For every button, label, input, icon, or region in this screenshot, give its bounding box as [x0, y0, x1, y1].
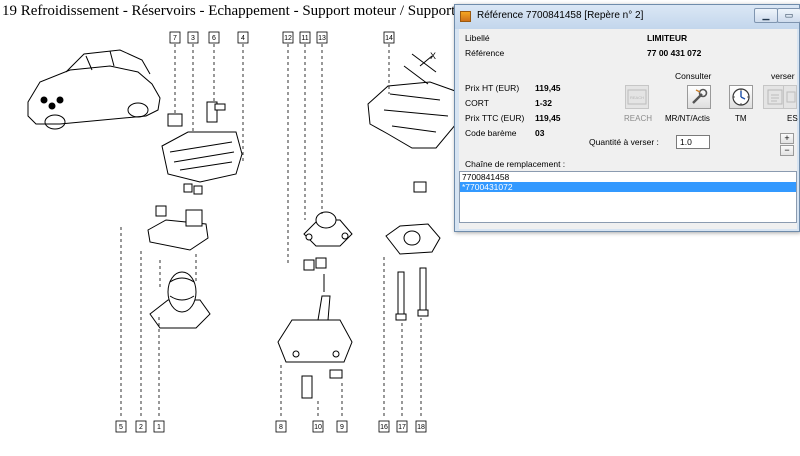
- chain-list-item[interactable]: *7700431072: [460, 182, 796, 192]
- lower-mount-assembly: [147, 205, 211, 329]
- callout-number: 6: [212, 35, 216, 42]
- replacement-chain-list[interactable]: 7700841458 *7700431072: [459, 171, 797, 223]
- car-illustration: [27, 49, 161, 130]
- callout-6: 6: [208, 31, 220, 44]
- code-bareme-value: 03: [535, 128, 545, 138]
- prix-ttc-value: 119,45: [535, 113, 561, 123]
- reference-label: Référence: [465, 48, 505, 58]
- callout-13: 13: [316, 31, 328, 44]
- engine-side-assembly: [367, 53, 459, 193]
- diagram-title: 19 Refroidissement - Réservoirs - Echapp…: [2, 3, 502, 19]
- svg-text:REACH: REACH: [630, 95, 644, 100]
- mr-nt-actis-label: MR/NT/Actis: [665, 114, 710, 123]
- callout-3: 3: [187, 31, 199, 44]
- libelle-label: Libellé: [465, 33, 490, 43]
- libelle-value: LIMITEUR: [647, 33, 688, 43]
- gauge-clock-icon: [732, 88, 750, 106]
- reference-value: 77 00 431 072: [647, 48, 702, 58]
- callout-12: 12: [282, 31, 294, 44]
- callout-10: 10: [312, 420, 324, 433]
- callout-number: 10: [314, 424, 322, 431]
- callout-11: 11: [299, 31, 311, 44]
- minimize-button[interactable]: ▁: [754, 8, 778, 23]
- reach-icon-button[interactable]: REACH: [625, 85, 649, 109]
- callout-9: 9: [336, 420, 348, 433]
- reach-badge-icon: REACH: [627, 89, 647, 105]
- small-mount-assembly: [303, 211, 353, 271]
- cort-label: CORT: [465, 98, 489, 108]
- code-bareme-label: Code barème: [465, 128, 517, 138]
- mr-nt-actis-button[interactable]: [687, 85, 711, 109]
- wrench-icon: [692, 88, 708, 104]
- chain-list-item[interactable]: 7700841458: [460, 172, 796, 182]
- callout-number: 3: [191, 35, 195, 42]
- window-app-icon: [460, 11, 471, 22]
- callout-18: 18: [415, 420, 427, 433]
- quantity-input[interactable]: [676, 135, 710, 149]
- callout-number: 4: [241, 35, 245, 42]
- tm-label: TM: [735, 114, 747, 123]
- callout-14: 14: [383, 31, 395, 44]
- callout-number: 1: [157, 424, 161, 431]
- quantity-decrease-button[interactable]: −: [780, 145, 794, 156]
- callout-5: 5: [115, 420, 127, 433]
- prix-ttc-label: Prix TTC (EUR): [465, 113, 525, 123]
- callout-number: 2: [139, 424, 143, 431]
- callout-number: 17: [398, 424, 406, 431]
- consulter-label: Consulter: [675, 71, 712, 81]
- callout-8: 8: [275, 420, 287, 433]
- dialog-title: Référence 7700841458 [Repère n° 2]: [477, 10, 644, 21]
- quantity-label: Quantité à verser :: [589, 137, 659, 147]
- callout-number: 7: [173, 35, 177, 42]
- es-label: ES: [787, 114, 798, 123]
- callout-number: 8: [279, 424, 283, 431]
- callout-16: 16: [378, 420, 390, 433]
- tm-button[interactable]: [729, 85, 753, 109]
- callout-17: 17: [396, 420, 408, 433]
- chain-label: Chaîne de remplacement :: [465, 159, 566, 169]
- maximize-button[interactable]: ▭: [777, 8, 800, 23]
- callout-number: 13: [318, 35, 326, 42]
- callout-number: 5: [119, 424, 123, 431]
- reach-label: REACH: [624, 114, 653, 123]
- dimension-x-label: X: [430, 51, 436, 61]
- lower-bracket-assembly: [277, 274, 353, 399]
- side-mount-assembly: [385, 223, 441, 321]
- callout-4: 4: [237, 31, 249, 44]
- callout-number: 11: [301, 35, 308, 42]
- callout-number: 9: [340, 424, 344, 431]
- callout-number: 14: [385, 35, 393, 42]
- upper-bracket-assembly: [161, 101, 243, 195]
- callout-2: 2: [135, 420, 147, 433]
- prix-ht-value: 119,45: [535, 83, 561, 93]
- quantity-increase-button[interactable]: +: [780, 133, 794, 144]
- cort-value: 1-32: [535, 98, 553, 108]
- dialog-titlebar[interactable]: Référence 7700841458 [Repère n° 2] ▁ ▭: [455, 5, 800, 29]
- prix-ht-label: Prix HT (EUR): [465, 83, 520, 93]
- callout-7: 7: [169, 31, 181, 44]
- callout-number: 18: [417, 424, 425, 431]
- callout-1: 1: [153, 420, 165, 433]
- callout-number: 16: [380, 424, 388, 431]
- vehicle-icon: [786, 91, 796, 103]
- callout-number: 12: [284, 35, 292, 42]
- verser-label: verser: [771, 71, 795, 81]
- verser-icon-button[interactable]: [783, 85, 797, 109]
